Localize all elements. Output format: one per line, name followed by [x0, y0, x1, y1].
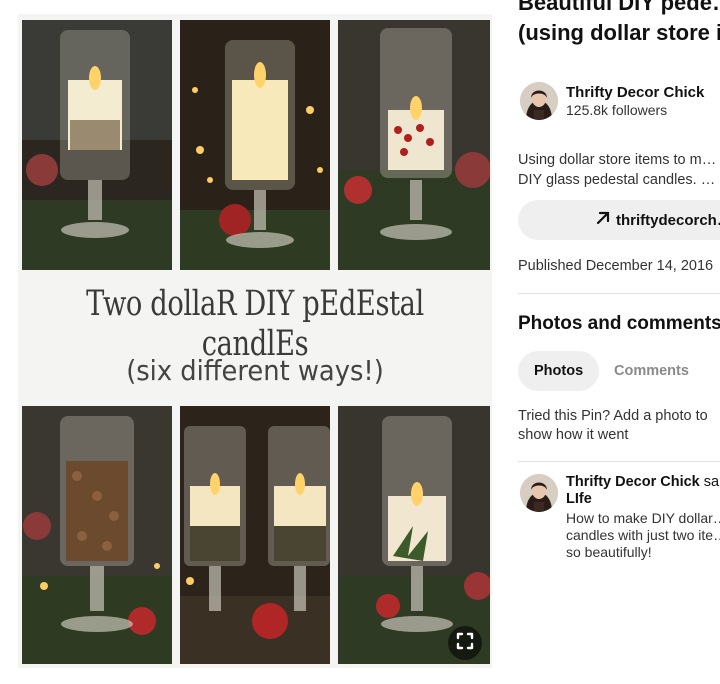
tab-comments[interactable]: Comments: [614, 351, 689, 391]
source-link-button[interactable]: thriftydecorch…: [518, 200, 720, 240]
comment-author-name[interactable]: Thrifty Decor Chick: [566, 474, 700, 490]
photo-candles-pair: [180, 406, 330, 664]
photos-comments-heading: Photos and comments: [518, 313, 720, 334]
source-link-label: thriftydecorch…: [616, 211, 720, 229]
description-line-2: DIY glass pedestal candles. …: [518, 172, 716, 188]
comment-text-line-2: candles with just two ite…: [566, 527, 720, 543]
tried-this-pin-text: Tried this Pin? Add a photo to show how …: [518, 408, 708, 443]
creator-followers: 125.8k followers: [566, 102, 668, 118]
creator-avatar[interactable]: [520, 82, 558, 120]
collage-subtitle: (six different ways!): [126, 354, 384, 387]
expand-corners-icon: [456, 632, 474, 655]
pin-description: Using dollar store items to m… DIY glass…: [518, 150, 720, 190]
comment-text: How to make DIY dollar… candles with jus…: [566, 510, 720, 561]
tab-photos[interactable]: Photos: [518, 351, 600, 391]
divider: [518, 461, 720, 462]
pin-title: Beautiful DIY pede… (using dollar store …: [518, 0, 720, 48]
comment-text-line-3: so beautifully!: [566, 544, 652, 560]
comment-action: sa…: [703, 474, 720, 490]
creator-name[interactable]: Thrifty Decor Chick: [566, 84, 704, 101]
pin-title-line-2: (using dollar store i…: [518, 20, 720, 45]
comment-author[interactable]: Thrifty Decor Chick sa…: [566, 474, 720, 491]
arrow-up-right-icon: [596, 210, 610, 230]
photo-candle-acorns: [22, 406, 172, 664]
photo-candle-sand: [180, 20, 330, 270]
collage-title: Two dollaR DIY pEdEstal candlEs: [86, 284, 424, 364]
pin-page: Two dollaR DIY pEdEstal candlEs (six dif…: [0, 0, 720, 684]
description-line-1: Using dollar store items to m…: [518, 152, 717, 168]
pin-title-line-1: Beautiful DIY pede…: [518, 0, 720, 15]
comment-author-line-2: LIfe: [566, 491, 592, 507]
divider: [518, 293, 720, 294]
creator-row[interactable]: Thrifty Decor Chick 125.8k followers: [518, 82, 720, 122]
photo-candle-berries: [338, 20, 490, 270]
comment-text-line-1: How to make DIY dollar…: [566, 510, 720, 526]
published-date: Published December 14, 2016: [518, 258, 714, 274]
photo-candle-moss: [22, 20, 172, 270]
comment-avatar[interactable]: [520, 474, 558, 512]
pin-details-panel: Beautiful DIY pede… (using dollar store …: [518, 0, 720, 684]
expand-image-button[interactable]: [448, 626, 482, 660]
pin-image[interactable]: Two dollaR DIY pEdEstal candlEs (six dif…: [18, 14, 492, 668]
